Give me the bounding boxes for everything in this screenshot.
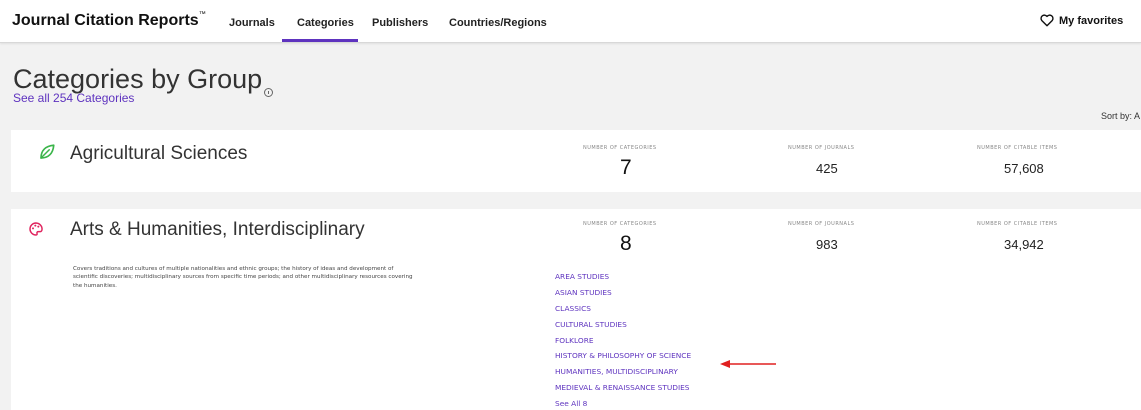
brand-name: Journal Citation Reports xyxy=(12,12,199,29)
active-tab-indicator xyxy=(282,39,358,42)
category-link-humanities-multidisciplinary[interactable]: HUMANITIES, MULTIDISCIPLINARY xyxy=(555,367,678,376)
group-card-arts-humanities[interactable]: Arts & Humanities, Interdisciplinary NUM… xyxy=(11,209,1141,410)
num-journals-value: 983 xyxy=(816,237,838,252)
my-favorites-button[interactable]: My favorites xyxy=(1040,14,1123,27)
trademark-mark: ™ xyxy=(198,11,206,18)
group-name[interactable]: Arts & Humanities, Interdisciplinary xyxy=(70,219,365,241)
num-categories-label: NUMBER OF CATEGORIES xyxy=(583,145,657,151)
category-link-history-philosophy-of-science[interactable]: HISTORY & PHILOSOPHY OF SCIENCE xyxy=(555,351,691,360)
num-citable-items-value: 34,942 xyxy=(1004,237,1044,252)
category-link-classics[interactable]: CLASSICS xyxy=(555,304,591,313)
num-categories-label: NUMBER OF CATEGORIES xyxy=(583,221,657,227)
num-journals-label: NUMBER OF JOURNALS xyxy=(788,221,855,227)
category-link-folklore[interactable]: FOLKLORE xyxy=(555,336,594,345)
category-link-asian-studies[interactable]: ASIAN STUDIES xyxy=(555,288,612,297)
num-categories-value: 8 xyxy=(620,232,632,255)
brand-logo[interactable]: Journal Citation Reports™ xyxy=(12,11,206,30)
group-card-agricultural-sciences[interactable]: Agricultural Sciences NUMBER OF CATEGORI… xyxy=(11,130,1141,192)
see-all-categories-in-group-link[interactable]: See All 8 xyxy=(555,399,587,408)
palette-icon xyxy=(29,222,43,236)
category-link-area-studies[interactable]: AREA STUDIES xyxy=(555,272,609,281)
num-citable-items-label: NUMBER OF CITABLE ITEMS xyxy=(977,145,1058,151)
category-link-cultural-studies[interactable]: CULTURAL STUDIES xyxy=(555,320,627,329)
tab-countries-regions[interactable]: Countries/Regions xyxy=(449,17,547,29)
tab-publishers[interactable]: Publishers xyxy=(372,17,428,29)
see-all-categories-link[interactable]: See all 254 Categories xyxy=(13,91,134,105)
heart-icon xyxy=(1040,14,1054,27)
group-description: Covers traditions and cultures of multip… xyxy=(73,266,413,289)
category-link-medieval-renaissance-studies[interactable]: MEDIEVAL & RENAISSANCE STUDIES xyxy=(555,383,690,392)
tab-categories[interactable]: Categories xyxy=(297,17,354,29)
tab-journals[interactable]: Journals xyxy=(229,17,275,29)
num-citable-items-label: NUMBER OF CITABLE ITEMS xyxy=(977,221,1058,227)
num-journals-label: NUMBER OF JOURNALS xyxy=(788,145,855,151)
sort-by-control[interactable]: Sort by: A xyxy=(1101,111,1140,121)
num-journals-value: 425 xyxy=(816,161,838,176)
num-citable-items-value: 57,608 xyxy=(1004,161,1044,176)
leaf-icon xyxy=(40,144,55,159)
group-name[interactable]: Agricultural Sciences xyxy=(70,143,247,165)
top-nav-bar: Journal Citation Reports™ Journals Categ… xyxy=(0,0,1141,43)
info-icon[interactable] xyxy=(264,88,273,97)
annotation-arrow-icon xyxy=(720,360,776,368)
num-categories-value: 7 xyxy=(620,156,632,179)
my-favorites-label: My favorites xyxy=(1059,14,1124,27)
